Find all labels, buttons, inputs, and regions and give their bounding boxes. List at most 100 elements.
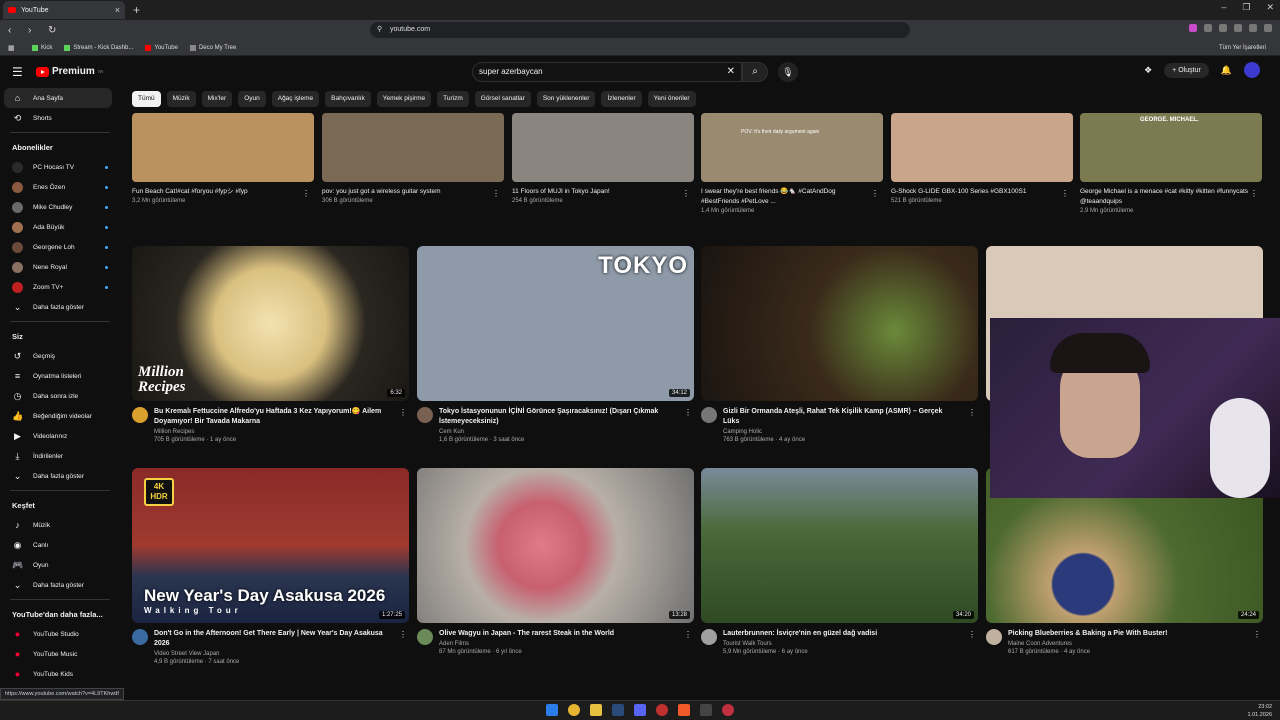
discord-icon[interactable] [634,704,646,716]
filter-chip[interactable]: Oyun [238,91,266,107]
filter-chip[interactable]: İzlenenler [601,91,642,107]
sidebar-item-you[interactable]: ▶ Videolarınız [0,426,120,446]
video-title[interactable]: Bu Kremalı Fettuccine Alfredo'yu Haftada… [154,407,389,427]
extension-icon[interactable] [1249,24,1257,32]
short-title[interactable]: 11 Floors of MUJI in Tokyo Japan! [512,187,694,197]
app-icon[interactable] [722,704,734,716]
more-options-icon[interactable]: ⋮ [492,189,500,198]
filter-chip[interactable]: Mix'ler [201,91,233,107]
sidebar-item-youtube-app[interactable]: ● YouTube Studio [0,624,120,644]
short-thumbnail[interactable]: GEORGE. MICHAEL. [1080,113,1262,182]
more-options-icon[interactable]: ⋮ [302,189,310,198]
short-thumbnail[interactable] [322,113,504,182]
filter-chip[interactable]: Ağaç işleme [271,91,320,107]
sidebar-item-subscription[interactable]: Mike Chudley [0,197,120,217]
more-options-icon[interactable]: ⋮ [399,408,407,417]
menu-icon[interactable] [1264,24,1272,32]
sidebar-item-explore[interactable]: 🎮 Oyun [0,555,120,575]
channel-name[interactable]: Tourist Walk Tours [723,641,958,647]
filter-chip[interactable]: Bahçıvanlık [325,91,371,107]
filter-chip[interactable]: Tümü [132,91,161,107]
filter-chip[interactable]: Son yüklenenler [536,91,596,107]
channel-name[interactable]: Video Street View Japan [154,651,389,657]
short-card[interactable]: Fun Beach Cat!#cat #foryou #fypシ #fyp 3,2… [132,113,314,204]
show-more-button[interactable]: ⌄ Daha fazla göster [0,575,120,595]
video-thumbnail[interactable] [701,246,978,401]
channel-name[interactable]: Cem Kun [439,429,674,435]
filter-chip[interactable]: Yemek pişirme [376,91,432,107]
steam-icon[interactable] [612,704,624,716]
video-title[interactable]: Tokyo İstasyonunun İÇİNİ Görünce Şaşırac… [439,407,674,427]
channel-avatar[interactable] [986,629,1002,645]
more-options-icon[interactable]: ⋮ [684,408,692,417]
sidebar-item-youtube-app[interactable]: ● YouTube Kids [0,664,120,684]
new-tab-icon[interactable]: + [133,3,140,17]
filter-chip[interactable]: Yeni öneriler [647,91,696,107]
video-card[interactable]: New Year's Day Asakusa 2026 Walking Tour 4… [132,468,409,665]
short-title[interactable]: Fun Beach Cat!#cat #foryou #fypシ #fyp [132,187,314,197]
video-card[interactable]: Gizli Bir Ormanda Ateşli, Rahat Tek Kişi… [701,246,978,443]
url-field[interactable]: ⚲ youtube.com [370,22,910,38]
video-title[interactable]: Olive Wagyu in Japan - The rarest Steak … [439,629,674,639]
more-options-icon[interactable]: ⋮ [1250,189,1258,198]
sidebar-item-you[interactable]: 👍 Beğendiğim videolar [0,406,120,426]
more-options-icon[interactable]: ⋮ [399,630,407,639]
search-input[interactable]: super azerbaycan ✕ [472,62,742,82]
sidebar-item-subscription[interactable]: Georgene Loh [0,237,120,257]
video-title[interactable]: Lauterbrunnen: İsviçre'nin en güzel dağ … [723,629,958,639]
video-thumbnail[interactable]: 13:28 [417,468,694,623]
show-more-button[interactable]: ⌄ Daha fazla göster [0,297,120,317]
short-card[interactable]: pov: you just got a wireless guitar syst… [322,113,504,204]
short-card[interactable]: 11 Floors of MUJI in Tokyo Japan! 254 B g… [512,113,694,204]
sidebar-item-subscription[interactable]: Nene Royal [0,257,120,277]
chrome-icon[interactable] [568,704,580,716]
filter-chip[interactable]: Turizm [437,91,469,107]
more-options-icon[interactable]: ⋮ [1253,630,1261,639]
sidebar-item-subscription[interactable]: Zoom TV+ [0,277,120,297]
cast-icon[interactable]: ❖ [1144,65,1152,76]
channel-avatar[interactable] [417,629,433,645]
back-icon[interactable]: ‹ [8,25,20,36]
filter-chip[interactable]: Müzik [166,91,196,107]
video-thumbnail[interactable]: New Year's Day Asakusa 2026 Walking Tour 4… [132,468,409,623]
app-icon[interactable] [700,704,712,716]
create-button[interactable]: + Oluştur [1164,62,1209,78]
sidebar-item-you[interactable]: ◷ Daha sonra izle [0,386,120,406]
more-options-icon[interactable]: ⋮ [1061,189,1069,198]
avatar[interactable] [1244,62,1260,78]
bookmark-deco[interactable]: Deco My Tree [189,44,236,51]
sidebar-item-home[interactable]: ⌂ Ana Sayfa [4,88,112,108]
video-card[interactable]: Million Recipes 6:32 Bu Kremalı Fettuccine… [132,246,409,443]
more-options-icon[interactable]: ⋮ [968,408,976,417]
channel-avatar[interactable] [417,407,433,423]
close-window-icon[interactable]: ✕ [1266,2,1274,13]
voice-search-button[interactable]: 🎙 [778,62,798,82]
minimize-icon[interactable]: – [1221,2,1226,13]
show-more-button[interactable]: ⌄ Daha fazla göster [0,466,120,486]
bookmark-youtube[interactable]: YouTube [145,44,178,51]
short-card[interactable]: GEORGE. MICHAEL. George Michael is a mena… [1080,113,1262,214]
video-thumbnail[interactable]: 34:20 [701,468,978,623]
all-bookmarks[interactable]: Tüm Yer İşaretleri [1219,45,1266,51]
channel-name[interactable]: Maine Coon Adventures [1008,641,1243,647]
channel-avatar[interactable] [701,629,717,645]
sidebar-item-you[interactable]: ⤓ İndirilenler [0,446,120,466]
extension-icon[interactable] [1189,24,1197,32]
video-card[interactable]: 13:28 Olive Wagyu in Japan - The rarest S… [417,468,694,655]
search-button[interactable]: ⌕ [742,62,768,82]
video-title[interactable]: Gizli Bir Ormanda Ateşli, Rahat Tek Kişi… [723,407,958,427]
filter-chip[interactable]: Görsel sanatlar [474,91,531,107]
sidebar-item-youtube-app[interactable]: ● YouTube Music [0,644,120,664]
brave-icon[interactable] [678,704,690,716]
sidebar-item-you[interactable]: ↺ Geçmiş [0,346,120,366]
short-thumbnail[interactable] [512,113,694,182]
more-options-icon[interactable]: ⋮ [968,630,976,639]
sidebar-item-subscription[interactable]: PC Hocası TV [0,157,120,177]
browser-tab[interactable]: YouTube × [3,1,125,19]
short-title[interactable]: George Michael is a menace #cat #kitty #… [1080,187,1262,207]
clear-search-icon[interactable]: ✕ [727,63,735,81]
sidebar-item-subscription[interactable]: Enes Özen [0,177,120,197]
reload-icon[interactable]: ↻ [48,25,60,36]
youtube-logo[interactable]: Premium TR [36,66,103,77]
short-title[interactable]: I swear they're best friends 😂🐁 #CatAndD… [701,187,883,207]
